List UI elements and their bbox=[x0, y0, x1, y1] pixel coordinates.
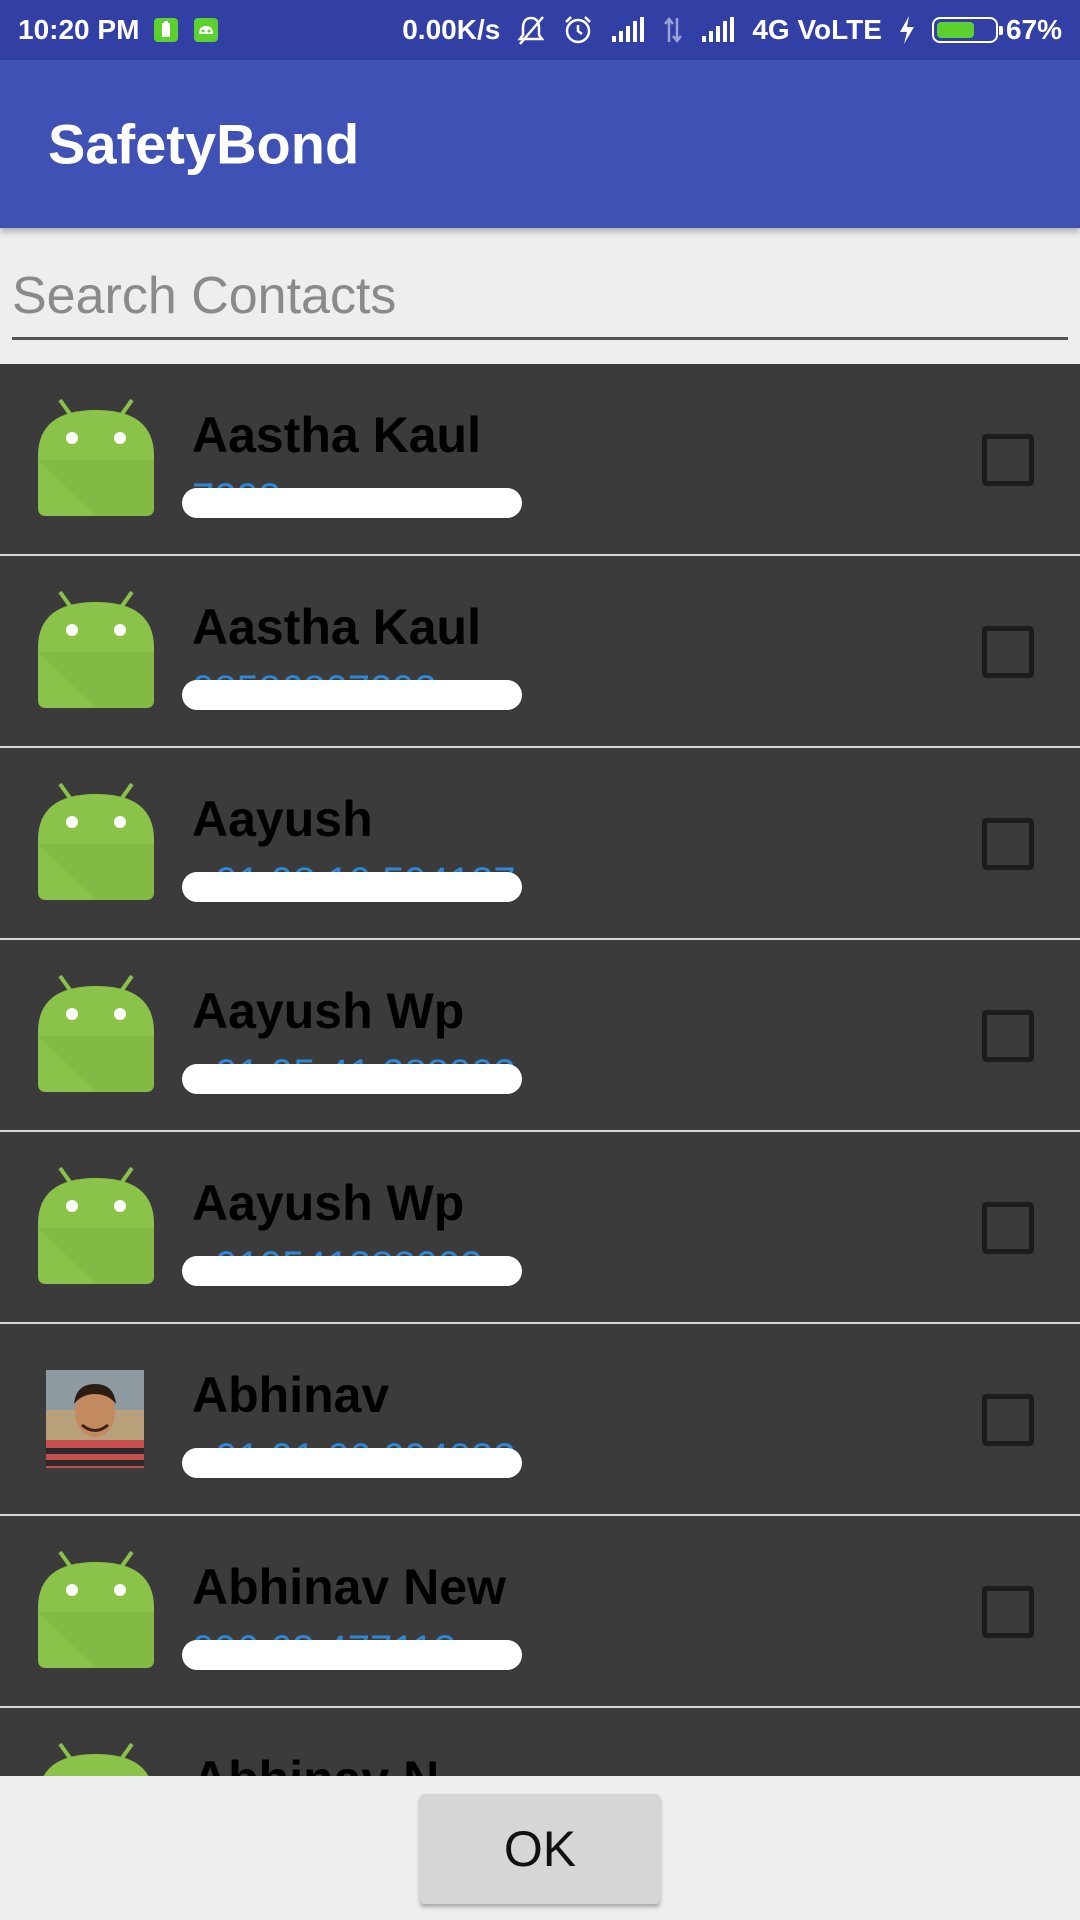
android-icon bbox=[36, 590, 156, 710]
redaction-mark bbox=[182, 872, 522, 902]
mute-bell-icon bbox=[516, 14, 546, 46]
status-time: 10:20 PM bbox=[18, 14, 140, 45]
app-title: SafetyBond bbox=[48, 112, 360, 176]
contact-checkbox[interactable] bbox=[982, 1394, 1034, 1446]
android-icon bbox=[36, 1166, 156, 1286]
battery-saver-icon bbox=[153, 17, 179, 43]
network-speed: 0.00K/s bbox=[402, 14, 501, 45]
contact-name: Abhinav bbox=[192, 1367, 390, 1423]
contact-name: Aastha Kaul bbox=[192, 599, 481, 655]
contact-name: Aayush Wp bbox=[192, 1175, 465, 1231]
contact-checkbox[interactable] bbox=[982, 818, 1034, 870]
contact-checkbox[interactable] bbox=[982, 626, 1034, 678]
contact-row[interactable]: Aayush Wp+919541288002 bbox=[0, 1132, 1080, 1324]
battery-indicator: 67% bbox=[931, 14, 1062, 46]
contact-row[interactable]: Abhinav+91 91 66 694033 bbox=[0, 1324, 1080, 1516]
android-icon bbox=[36, 782, 156, 902]
app-bar: SafetyBond bbox=[0, 60, 1080, 228]
contact-checkbox[interactable] bbox=[982, 1586, 1034, 1638]
contact-checkbox[interactable] bbox=[982, 434, 1034, 486]
status-bar: 10:20 PM 0.00K/s 4G VoLTE 67% bbox=[0, 0, 1080, 60]
battery-fill bbox=[936, 22, 975, 38]
contact-row[interactable]: Abhinav New096 63 477113 bbox=[0, 1516, 1080, 1708]
contact-photo bbox=[46, 1370, 144, 1468]
contact-name: Aastha Kaul bbox=[192, 407, 481, 463]
redaction-mark bbox=[182, 1640, 522, 1670]
contact-name: Aayush bbox=[192, 791, 373, 847]
signal-icon bbox=[610, 16, 646, 44]
contact-row[interactable]: Aayush Wp+91 95 41 288002 bbox=[0, 940, 1080, 1132]
redaction-mark bbox=[182, 1064, 522, 1094]
contact-row[interactable]: Abhinav N bbox=[0, 1708, 1080, 1776]
network-type: 4G VoLTE bbox=[752, 14, 882, 45]
contact-row[interactable]: Aastha Kaul7293 bbox=[0, 364, 1080, 556]
android-icon bbox=[36, 398, 156, 518]
data-transfer-icon bbox=[662, 16, 684, 44]
search-input[interactable] bbox=[12, 256, 1068, 336]
contact-name: Abhinav N bbox=[192, 1750, 439, 1776]
android-icon bbox=[36, 974, 156, 1094]
contact-row[interactable]: Aastha Kaul08586807293 bbox=[0, 556, 1080, 748]
bottom-bar: OK bbox=[0, 1776, 1080, 1920]
redaction-mark bbox=[182, 680, 522, 710]
battery-percent: 67% bbox=[1005, 14, 1062, 45]
contact-list[interactable]: Aastha Kaul7293 Aastha Kaul08586807293 A… bbox=[0, 364, 1080, 1776]
signal-icon-2 bbox=[700, 16, 736, 44]
search-container bbox=[12, 256, 1068, 340]
contact-checkbox[interactable] bbox=[982, 1010, 1034, 1062]
contact-row[interactable]: Aayush+91 98 10 594137 bbox=[0, 748, 1080, 940]
android-icon bbox=[36, 1742, 156, 1776]
alarm-icon bbox=[562, 14, 594, 46]
redaction-mark bbox=[182, 1448, 522, 1478]
contact-checkbox[interactable] bbox=[982, 1202, 1034, 1254]
android-icon bbox=[36, 1550, 156, 1670]
contact-name: Abhinav New bbox=[192, 1559, 506, 1615]
android-notification-icon bbox=[193, 17, 219, 43]
redaction-mark bbox=[182, 488, 522, 518]
redaction-mark bbox=[182, 1256, 522, 1286]
charging-icon bbox=[898, 15, 916, 45]
contact-name: Aayush Wp bbox=[192, 983, 465, 1039]
ok-button[interactable]: OK bbox=[420, 1794, 660, 1904]
battery-icon bbox=[931, 17, 1003, 43]
